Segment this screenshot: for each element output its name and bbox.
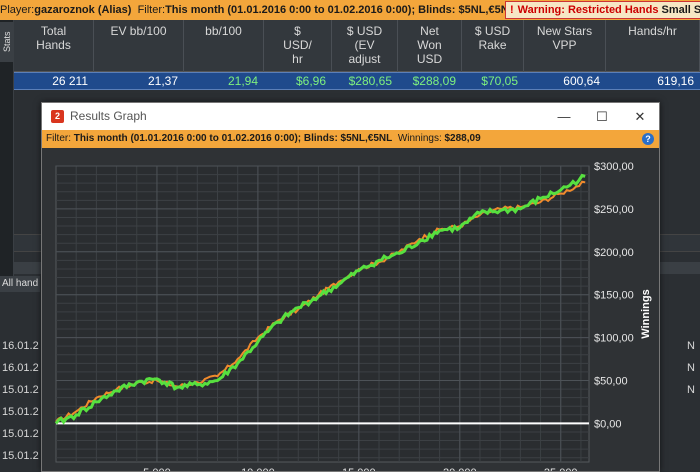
winnings-value: $288,09 (444, 133, 481, 144)
warning-extra: Small Sta (661, 4, 700, 16)
results-graph-window: 2 Results Graph — ☐ ✕ Filter: This month… (41, 102, 660, 472)
graph-filter-bar: Filter: This month (01.01.2016 0:00 to 0… (42, 130, 659, 148)
hand-date[interactable]: 16.01.2 (2, 340, 39, 352)
column-header-line: Total (40, 24, 67, 38)
app-root: Player: gazaroznok (Alias) Filter: This … (0, 0, 700, 472)
x-tick-label: 10 000 (241, 467, 275, 471)
hand-date[interactable]: 15.01.2 (2, 406, 39, 418)
column-header-line: Won (417, 38, 442, 52)
minimize-button[interactable]: — (545, 103, 583, 130)
column-header[interactable]: Net Won USD (398, 20, 462, 72)
hand-date[interactable]: 15.01.2 (2, 384, 39, 396)
column-header-line: VPP (552, 38, 577, 52)
results-chart-area: 5 000 10 000 15 000 20 000 25 000 $0,00 $50,00… (42, 148, 659, 471)
column-header-line: (EV (354, 38, 375, 52)
column-header-line: $ USD (474, 24, 511, 38)
help-icon[interactable]: ? (642, 133, 654, 145)
maximize-button[interactable]: ☐ (583, 103, 621, 130)
graph-filter-label: Filter: (46, 133, 74, 144)
column-header-line: hr (292, 52, 303, 66)
hand-cell: N (687, 362, 695, 374)
winnings-label: Winnings: (397, 133, 445, 144)
column-header-line: Net (420, 24, 439, 38)
column-header[interactable]: Hands/hr (606, 20, 700, 72)
y-axis-title: Winnings (640, 289, 652, 338)
all-hands-tab[interactable]: All hand (0, 276, 40, 292)
column-header[interactable]: $ USD Rake (462, 20, 524, 72)
filter-label: Filter: (137, 4, 166, 16)
column-header-line: $ (294, 24, 301, 38)
hands-list: 16.01.2 16.01.2 15.01.2 15.01.2 15.01.2 15.01… (0, 292, 40, 472)
filter-value[interactable]: This month (01.01.2016 0:00 to 01.02.201… (165, 0, 515, 20)
y-tick-label: $150,00 (594, 290, 634, 302)
y-tick-label: $200,00 (594, 247, 634, 259)
stats-table-row[interactable]: 26 211 21,37 21,94 $6,96 $280,65 $288,09 $70,0… (14, 72, 700, 90)
hand-cell: N (687, 384, 695, 396)
hand-date[interactable]: 16.01.2 (2, 362, 39, 374)
column-header[interactable]: bb/100 (184, 20, 264, 72)
x-tick-label: 15 000 (342, 467, 376, 471)
column-header-line: Hands/hr (628, 24, 677, 38)
table-cell: 21,37 (147, 74, 178, 88)
app-logo-icon: 2 (51, 110, 64, 123)
column-header-line: Hands (36, 38, 71, 52)
column-header[interactable]: Total Hands (14, 20, 94, 72)
close-button[interactable]: ✕ (621, 103, 659, 130)
y-tick-label: $300,00 (594, 161, 634, 173)
player-label: Player: (0, 4, 35, 16)
y-tick-label: $100,00 (594, 333, 634, 345)
y-tick-label: $0,00 (594, 418, 622, 430)
warning-text: Warning: Restricted Hands (517, 4, 659, 16)
x-tick-label: 25 000 (544, 467, 578, 471)
window-title: Results Graph (70, 109, 147, 123)
y-tick-label: $250,00 (594, 204, 634, 216)
table-cell: 26 211 (52, 74, 88, 88)
column-header-line: bb/100 (205, 24, 242, 38)
hands-list-right-column: NNN (660, 292, 700, 472)
window-titlebar[interactable]: 2 Results Graph — ☐ ✕ (42, 103, 659, 130)
column-header-line: EV bb/100 (110, 24, 167, 38)
table-cell: $6,96 (295, 74, 326, 88)
hand-cell: N (687, 340, 695, 352)
table-cell: 600,64 (563, 74, 600, 88)
table-cell: 619,16 (657, 74, 694, 88)
warning-icon: ! (510, 4, 514, 16)
graph-filter-value: This month (01.01.2016 0:00 to 01.02.201… (73, 133, 393, 144)
player-name[interactable]: gazaroznok (Alias) (34, 0, 131, 20)
column-header[interactable]: $ USD/hr (264, 20, 332, 72)
column-header-line: New Stars (536, 24, 593, 38)
x-tick-label: 5 000 (143, 467, 171, 471)
column-header[interactable]: $ USD (EV adjust (332, 20, 398, 72)
table-cell: 21,94 (227, 74, 258, 88)
column-header[interactable]: New Stars VPP (524, 20, 606, 72)
column-header-line: adjust (348, 52, 381, 66)
column-header-line: USD/ (283, 38, 312, 52)
x-tick-label: 20 000 (443, 467, 477, 471)
table-cell: $288,09 (412, 74, 456, 88)
table-cell: $280,65 (348, 74, 392, 88)
stats-table-header: Total Hands EV bb/100 bb/100 $ USD/hr $ USD (EV… (14, 20, 700, 72)
table-cell: $70,05 (481, 74, 518, 88)
column-header[interactable]: EV bb/100 (94, 20, 184, 72)
results-chart: 5 000 10 000 15 000 20 000 25 000 $0,00 $50,00… (54, 161, 652, 471)
restricted-hands-warning[interactable]: !Warning: Restricted Hands Small Sta (505, 1, 700, 19)
y-tick-label: $50,00 (594, 375, 628, 387)
stats-side-tab[interactable]: Stats (0, 22, 14, 62)
hand-date[interactable]: 15.01.2 (2, 428, 39, 440)
hand-date[interactable]: 15.01.2 (2, 450, 39, 462)
column-header-line: $ USD (346, 24, 383, 38)
filter-bar: Player: gazaroznok (Alias) Filter: This … (0, 0, 700, 20)
column-header-line: Rake (478, 38, 507, 52)
column-header-line: USD (416, 52, 443, 66)
